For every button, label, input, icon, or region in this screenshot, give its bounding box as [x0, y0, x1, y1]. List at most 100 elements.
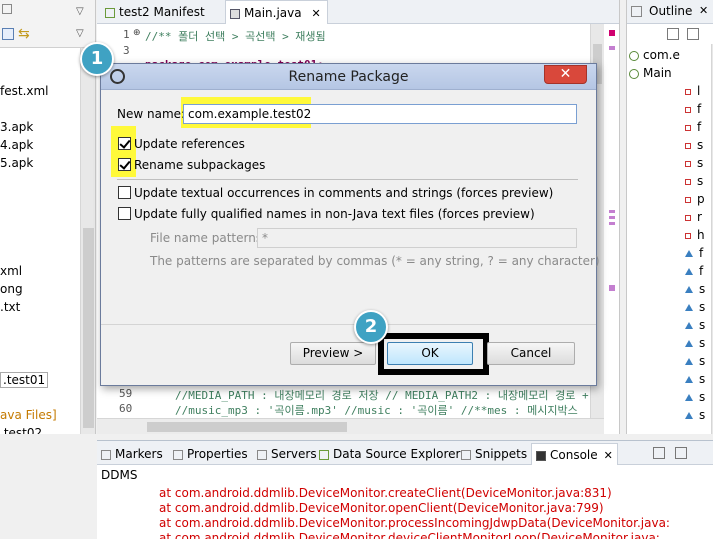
tab-label: Markers	[115, 447, 163, 461]
overview-marker-icon[interactable]	[609, 30, 615, 36]
tree-item[interactable]: .test01	[0, 372, 49, 388]
tree-item[interactable]: 4.apk	[0, 138, 33, 152]
tab-markers[interactable]: Markers	[101, 443, 163, 465]
method-icon	[685, 250, 693, 257]
tab-label: Main.java	[244, 6, 302, 20]
dialog-titlebar[interactable]: Rename Package ✕	[101, 64, 596, 90]
update-textual-checkbox[interactable]	[118, 186, 131, 199]
class-icon	[629, 50, 639, 61]
clear-console-icon[interactable]	[653, 447, 665, 459]
rename-subpackages-checkbox[interactable]	[118, 158, 131, 171]
overview-marker-icon[interactable]	[609, 210, 615, 228]
left-scrollbar[interactable]	[80, 48, 95, 434]
tab-servers[interactable]: Servers	[257, 443, 317, 465]
sort-icon[interactable]	[667, 28, 679, 40]
tab-test2-manifest[interactable]: test2 Manifest	[101, 0, 211, 24]
scroll-lock-icon[interactable]	[675, 447, 687, 459]
close-icon[interactable]	[2, 4, 12, 14]
tree-item[interactable]: .test02	[0, 426, 42, 434]
update-qualified-checkbox[interactable]	[118, 207, 131, 220]
outline-item-label: s	[699, 390, 706, 404]
collapse-all-icon[interactable]	[2, 28, 14, 40]
hide-fields-icon[interactable]	[687, 28, 699, 40]
method-icon	[685, 304, 693, 311]
outline-item[interactable]: com.e	[629, 48, 680, 62]
properties-icon	[173, 449, 183, 460]
tab-label: Data Source Explorer	[333, 447, 461, 461]
tree-item[interactable]: fest.xml	[0, 84, 49, 98]
update-qualified-label: Update fully qualified names in non-Java…	[134, 207, 535, 221]
outline-item[interactable]: s	[685, 390, 705, 404]
outline-item[interactable]: s	[685, 282, 705, 296]
outline-item[interactable]: s	[685, 138, 703, 152]
tree-item[interactable]: xml	[0, 264, 22, 278]
outline-tabbar: Outline ✕	[627, 0, 713, 24]
method-icon	[685, 394, 693, 401]
outline-icon	[631, 6, 642, 17]
view-menu-icon[interactable]: ▽	[76, 28, 84, 39]
outline-item[interactable]: s	[685, 336, 705, 350]
tab-console[interactable]: Console ✕	[531, 443, 618, 465]
preview-button[interactable]: Preview >	[290, 342, 376, 365]
outline-item[interactable]: h	[685, 228, 705, 242]
field-icon	[685, 214, 691, 221]
field-icon	[685, 106, 691, 113]
outline-item[interactable]: l	[685, 84, 700, 98]
tree-item[interactable]: ava Files]	[0, 408, 57, 422]
line-number: 1	[123, 28, 130, 41]
tree-item[interactable]: .txt	[0, 300, 20, 314]
outline-item-label: s	[697, 174, 704, 188]
editor-hscrollbar[interactable]	[97, 418, 604, 434]
outline-item[interactable]: Main	[629, 66, 672, 80]
tab-data-source-explorer[interactable]: Data Source Explorer	[319, 443, 460, 465]
outline-item[interactable]: s	[685, 408, 705, 422]
outline-item-label: h	[697, 228, 705, 242]
tab-snippets[interactable]: Snippets	[461, 443, 527, 465]
update-references-label: Update references	[134, 137, 245, 151]
code-line-60: //music_mp3 : '곡이름.mp3' //music : '곡이름' …	[175, 404, 578, 417]
file-name-patterns-value: *	[262, 231, 268, 245]
chevron-down-icon[interactable]: ▽	[76, 6, 84, 17]
ok-button[interactable]: OK	[387, 342, 473, 365]
bottom-tabbar: Markers Properties Servers Data Source E…	[97, 441, 713, 465]
outline-item-label: s	[699, 300, 706, 314]
file-name-patterns-input[interactable]: *	[257, 228, 577, 248]
tab-main-java[interactable]: Main.java ✕	[225, 0, 328, 24]
outline-panel: Outline ✕ com.e Main l f f s s s p r h f f s s s s s s s s	[626, 0, 713, 434]
outline-item[interactable]: f	[685, 264, 703, 278]
overview-marker-icon[interactable]	[609, 285, 615, 291]
cancel-button[interactable]: Cancel	[487, 342, 575, 365]
left-scrollbar-thumb[interactable]	[83, 228, 94, 428]
close-icon[interactable]: ✕	[699, 4, 708, 17]
outline-item[interactable]: r	[685, 210, 702, 224]
field-icon	[685, 88, 691, 95]
outline-item[interactable]: f	[685, 102, 701, 116]
tree-item[interactable]: ong	[0, 282, 23, 296]
servers-icon	[257, 449, 267, 460]
outline-item[interactable]: s	[685, 318, 705, 332]
fold-icon[interactable]: ⊕	[133, 28, 141, 38]
outline-item[interactable]: f	[685, 120, 701, 134]
method-icon	[685, 322, 693, 329]
close-button[interactable]: ✕	[544, 65, 587, 84]
outline-item[interactable]: f	[685, 246, 703, 260]
close-icon[interactable]: ✕	[604, 449, 613, 462]
tab-outline[interactable]: Outline	[649, 4, 692, 18]
outline-item[interactable]: s	[685, 354, 705, 368]
outline-item[interactable]: s	[685, 156, 703, 170]
editor-hscrollbar-thumb[interactable]	[147, 422, 347, 432]
tree-item[interactable]: 3.apk	[0, 120, 33, 134]
overview-marker-icon[interactable]	[609, 46, 615, 50]
tab-properties[interactable]: Properties	[173, 443, 248, 465]
update-textual-label: Update textual occurrences in comments a…	[134, 186, 554, 200]
close-icon[interactable]: ✕	[311, 7, 320, 20]
update-references-checkbox[interactable]	[118, 137, 131, 150]
tree-item[interactable]: 5.apk	[0, 156, 33, 170]
new-name-input[interactable]: com.example.test02	[183, 104, 577, 124]
outline-item[interactable]: p	[685, 192, 705, 206]
outline-item[interactable]: s	[685, 300, 705, 314]
link-editor-icon[interactable]: ⇆	[18, 26, 30, 42]
outline-item[interactable]: s	[685, 372, 705, 386]
bottom-console-panel: Markers Properties Servers Data Source E…	[97, 440, 713, 539]
outline-item[interactable]: s	[685, 174, 703, 188]
